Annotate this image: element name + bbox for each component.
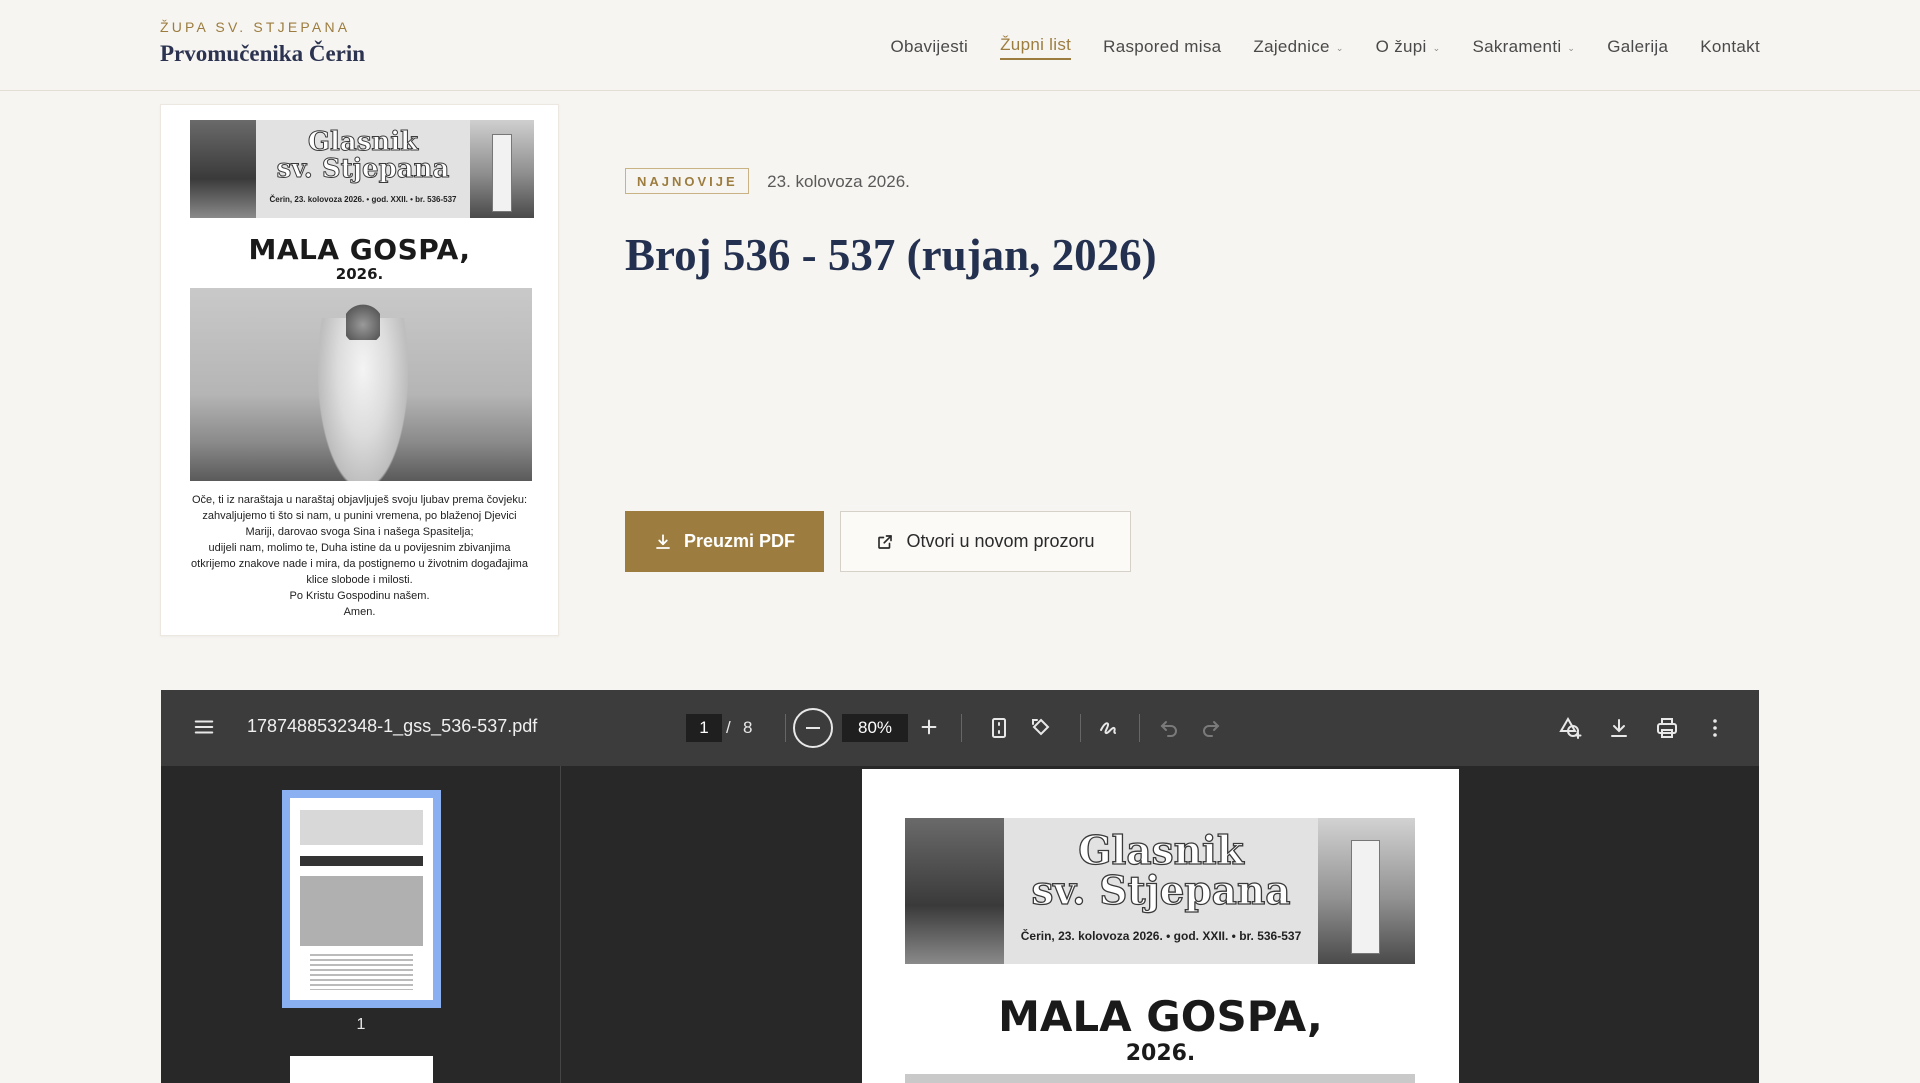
add-shape-icon[interactable] [1559, 716, 1583, 740]
download-icon [656, 533, 670, 549]
nav-item-kontakt[interactable]: Kontakt [1684, 33, 1760, 61]
cover-title-line1: Glasnik [307, 127, 419, 157]
nav-label: Zajednice [1253, 37, 1330, 56]
thumb-photo [300, 876, 423, 946]
nav-label: Sakramenti [1472, 37, 1562, 56]
prayer-line: otkrijemo znakove nade i mira, da postig… [191, 558, 528, 570]
cover-headline: MALA GOSPA, [248, 233, 471, 266]
prayer-line: Mariji, darovao svoga Sina i našega Spas… [245, 526, 474, 538]
statue-figure [318, 318, 408, 481]
nav-label: Kontakt [1700, 37, 1760, 56]
cover-title: Glasnik sv. Stjepana [256, 127, 470, 184]
church-interior-photo [905, 818, 1004, 964]
thumb-text [310, 954, 413, 990]
pdf-viewer: 1787488532348-1_gss_536-537.pdf 1 / 8 80… [161, 690, 1759, 1083]
prayer-line: zahvaljujemo ti što si nam, u punini vre… [202, 510, 517, 522]
nav-label: Raspored misa [1103, 37, 1222, 56]
nav-item-sakramenti[interactable]: Sakramenti ⌄ [1456, 33, 1591, 61]
page-separator: / [726, 718, 731, 737]
brand-kicker: ŽUPA SV. STJEPANA [160, 19, 351, 35]
download-pdf-label: Preuzmi PDF [683, 531, 796, 551]
toolbar-divider [1139, 714, 1140, 742]
pdf-toolbar: 1787488532348-1_gss_536-537.pdf 1 / 8 80… [161, 690, 1759, 766]
thumb-headline [300, 856, 423, 866]
nav-item-zajednice[interactable]: Zajednice ⌄ [1237, 33, 1359, 61]
more-options-icon[interactable] [1703, 716, 1727, 740]
cover-title-line2: sv. Stjepana [276, 154, 450, 184]
main-nav: Obavijesti Župni list Raspored misa Zaje… [874, 33, 1760, 61]
page-number-input[interactable]: 1 [686, 714, 722, 742]
pdf-filename: 1787488532348-1_gss_536-537.pdf [247, 716, 538, 736]
page-photo [905, 1074, 1415, 1083]
latest-badge: NAJNOVIJE [625, 168, 749, 194]
prayer-line: Amen. [343, 606, 376, 618]
crown-shape [346, 302, 380, 340]
prayer-line: udijeli nam, molimo te, Duha istine da u… [208, 542, 511, 554]
undo-icon[interactable] [1157, 716, 1181, 740]
cover-year: 2026. [335, 265, 384, 283]
issue-title: Broj 536 - 537 (rujan, 2026) [625, 230, 1157, 280]
brand-name: Prvomučenika Čerin [160, 41, 366, 66]
site-header: ŽUPA SV. STJEPANA Prvomučenika Čerin Oba… [0, 0, 1920, 91]
nav-label: O župi [1375, 37, 1427, 56]
nav-item-obavijesti[interactable]: Obavijesti [874, 33, 984, 61]
issue-meta: NAJNOVIJE 23. kolovoza 2026. [625, 168, 910, 194]
zoom-level-input[interactable]: 80% [842, 714, 908, 742]
page-thumbnail[interactable] [290, 1056, 433, 1083]
menu-icon[interactable] [193, 716, 215, 738]
site-logo[interactable]: ŽUPA SV. STJEPANA Prvomučenika Čerin [160, 19, 365, 67]
page-total: 8 [743, 718, 753, 737]
page-thumbnail-selected[interactable] [282, 790, 441, 1008]
nav-label: Galerija [1607, 37, 1669, 56]
prayer-line: Oče, ti iz naraštaja u naraštaj objavlju… [191, 494, 528, 506]
page-banner-subtitle: Čerin, 23. kolovoza 2026. • god. XXII. •… [1020, 929, 1302, 943]
rotate-icon[interactable] [1029, 716, 1053, 740]
cover-banner: Glasnik sv. Stjepana Čerin, 23. kolovoza … [190, 120, 534, 218]
thumbnail-sidebar: 1 [161, 766, 561, 1083]
church-interior-photo [190, 120, 256, 218]
page-banner-title: Glasnik sv. Stjepana [1004, 830, 1318, 914]
church-tower-photo [470, 120, 534, 218]
nav-item-zupni-list[interactable]: Župni list [984, 33, 1087, 61]
issue-date: 23. kolovoza 2026. [767, 171, 910, 191]
chevron-down-icon: ⌄ [1335, 42, 1344, 53]
annotate-icon[interactable] [1097, 716, 1121, 740]
prayer-line: klice slobode i milosti. [306, 574, 413, 586]
nav-item-raspored-misa[interactable]: Raspored misa [1087, 33, 1237, 61]
open-new-window-button[interactable]: Otvori u novom prozoru [840, 511, 1131, 572]
church-tower-photo [1318, 818, 1415, 964]
zoom-out-button[interactable] [793, 708, 833, 748]
pdf-page: Glasnik sv. Stjepana Čerin, 23. kolovoza … [862, 769, 1459, 1083]
nav-label: Obavijesti [890, 37, 969, 56]
fit-page-icon[interactable] [987, 716, 1011, 740]
madonna-photo [190, 288, 532, 481]
toolbar-divider [961, 714, 962, 742]
redo-icon[interactable] [1199, 716, 1223, 740]
cover-subtitle: Čerin, 23. kolovoza 2026. • god. XXII. •… [269, 195, 457, 204]
toolbar-divider [1080, 714, 1081, 742]
external-link-icon [878, 534, 893, 549]
cover-image[interactable]: Glasnik sv. Stjepana Čerin, 23. kolovoza … [160, 104, 559, 636]
page-year: 2026. [1125, 1041, 1196, 1066]
download-pdf-button[interactable]: Preuzmi PDF [625, 511, 824, 572]
page-title-line2: sv. Stjepana [1031, 868, 1291, 914]
nav-item-o-zupi[interactable]: O župi ⌄ [1360, 33, 1457, 61]
toolbar-divider [785, 714, 786, 742]
thumbnail-page-number: 1 [356, 1016, 366, 1033]
cover-prayer: Oče, ti iz naraštaja u naraštaj objavlju… [181, 492, 538, 620]
zoom-in-button[interactable] [918, 716, 940, 738]
nav-item-galerija[interactable]: Galerija [1591, 33, 1684, 61]
nav-label: Župni list [1000, 35, 1072, 60]
print-icon[interactable] [1655, 716, 1679, 740]
page-headline: MALA GOSPA, [998, 992, 1323, 1041]
page-banner: Glasnik sv. Stjepana Čerin, 23. kolovoza … [905, 818, 1415, 964]
download-icon[interactable] [1607, 716, 1631, 740]
open-new-window-label: Otvori u novom prozoru [906, 531, 1095, 551]
chevron-down-icon: ⌄ [1567, 42, 1576, 53]
thumb-banner [300, 810, 423, 845]
chevron-down-icon: ⌄ [1432, 42, 1441, 53]
prayer-line: Po Kristu Gospodinu našem. [289, 590, 430, 602]
thumbnail-preview [290, 798, 433, 1000]
